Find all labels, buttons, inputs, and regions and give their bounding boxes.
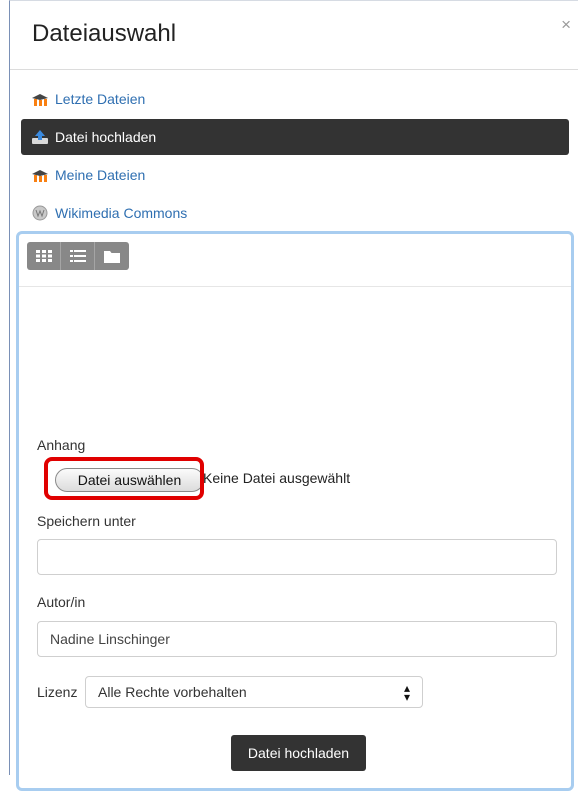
highlight-box: [44, 457, 204, 500]
grid-view-icon[interactable]: [27, 242, 61, 270]
view-switcher: [27, 242, 129, 270]
dialog-header: Dateiauswahl ×: [10, 1, 578, 70]
chevron-updown-icon: ▴ ▾: [403, 681, 410, 704]
file-picker-dialog: Dateiauswahl × Letzte Dateien Datei hoch…: [9, 0, 578, 791]
save-as-label: Speichern unter: [37, 513, 136, 529]
attachment-label: Anhang: [37, 437, 86, 453]
author-label: Autor/in: [37, 594, 86, 610]
folder-view-icon[interactable]: [95, 242, 129, 270]
no-file-text: Keine Datei ausgewählt: [203, 470, 351, 486]
moodle-icon: [31, 167, 49, 183]
dialog-title: Dateiauswahl: [32, 20, 177, 47]
close-icon[interactable]: ×: [561, 16, 571, 33]
upload-icon: [31, 129, 49, 145]
repo-item-label: Wikimedia Commons: [55, 205, 188, 221]
repo-item-recent-files[interactable]: Letzte Dateien: [21, 81, 569, 117]
save-as-input[interactable]: [37, 539, 557, 575]
repo-item-upload[interactable]: Datei hochladen: [21, 119, 569, 155]
moodle-icon: [31, 91, 49, 107]
upload-button[interactable]: Datei hochladen: [231, 735, 366, 771]
author-input[interactable]: Nadine Linschinger: [37, 621, 557, 657]
license-select-value: Alle Rechte vorbehalten: [98, 684, 247, 700]
list-view-icon[interactable]: [61, 242, 95, 270]
license-select[interactable]: Alle Rechte vorbehalten ▴ ▾: [85, 676, 423, 708]
license-label: Lizenz: [37, 684, 78, 700]
repo-item-label: Meine Dateien: [55, 167, 146, 183]
repo-item-wikimedia[interactable]: Wikimedia Commons: [21, 195, 569, 231]
repo-item-label: Letzte Dateien: [55, 91, 146, 107]
upload-panel: Anhang Datei auswählen Keine Datei ausge…: [16, 231, 574, 791]
wikimedia-icon: [31, 205, 49, 221]
view-toolbar: [19, 234, 571, 287]
repo-item-my-files[interactable]: Meine Dateien: [21, 157, 569, 193]
repo-item-label: Datei hochladen: [55, 129, 157, 145]
